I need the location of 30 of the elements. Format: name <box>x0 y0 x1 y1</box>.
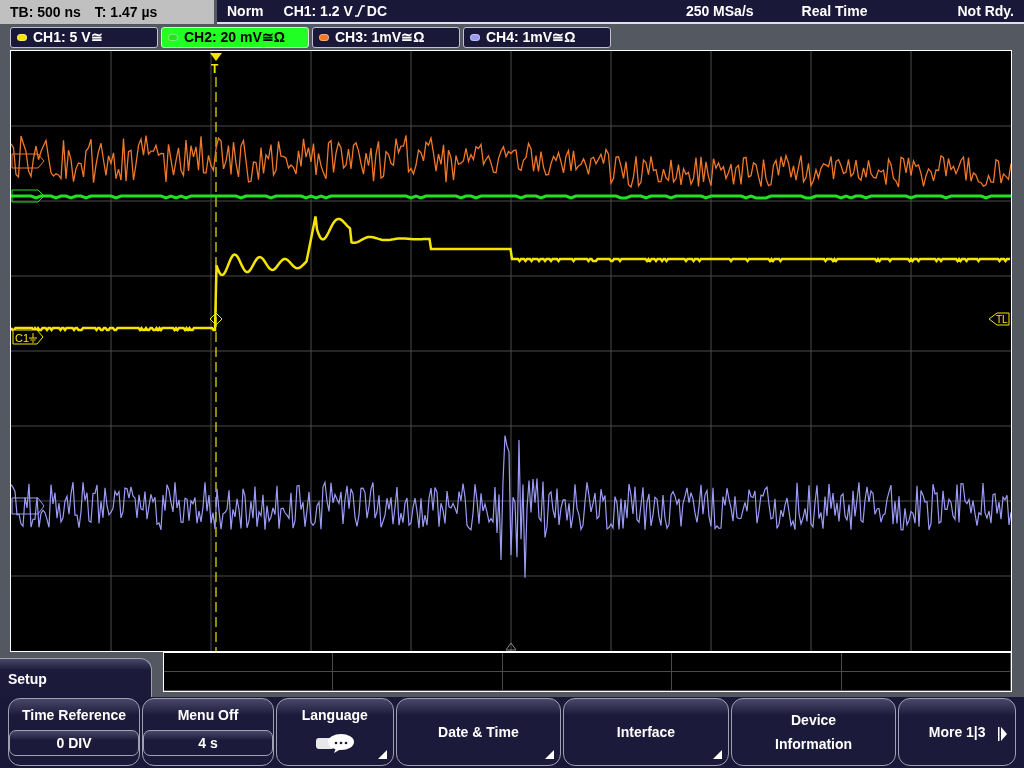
softkey[interactable]: Time Reference 0 DIV <box>8 698 140 766</box>
softkey[interactable]: More 1|3 <box>898 698 1016 766</box>
softkey[interactable]: Device Information <box>730 698 897 766</box>
center-marker-icon <box>505 642 517 651</box>
softkey[interactable]: Language <box>276 698 394 766</box>
trigger-mode-text: Norm <box>227 1 264 21</box>
softkey[interactable]: Menu Off 4 s <box>142 698 274 766</box>
channel-marker-icon <box>11 153 45 169</box>
coupling-text: DC <box>366 1 388 21</box>
softkey[interactable]: Date & Time <box>395 698 562 766</box>
channel-tab[interactable]: CH3: 1mV≅Ω <box>312 27 460 48</box>
speech-bubbles-icon <box>313 732 356 754</box>
timebase-text: TB: 500 ns <box>10 2 81 22</box>
trigger-level-text: CH1: 1.2 V <box>283 1 353 21</box>
trigger-level-marker: TL <box>988 312 1010 326</box>
softkey[interactable]: Interface <box>563 698 729 766</box>
sample-rate-text: 250 MSa/s <box>685 1 754 21</box>
softkey-value: 4 s <box>143 730 273 756</box>
status-text: Not Rdy. <box>957 1 1014 21</box>
channel-tab[interactable]: CH1: 5 V≅ <box>10 27 158 48</box>
ch1-ground-marker: C1 <box>12 329 44 345</box>
channel-marker-icon <box>11 497 45 515</box>
channel-tab[interactable]: CH4: 1mV≅Ω <box>463 27 611 48</box>
next-arrow-icon <box>997 727 1007 741</box>
acquisition-mode-text: Real Time <box>801 1 868 21</box>
channel-marker-icon <box>11 189 45 203</box>
trigger-time-text: T: 1.47 µs <box>94 2 158 22</box>
softkey-value: 0 DIV <box>9 730 139 756</box>
rising-edge-icon <box>354 5 365 17</box>
channel-tab[interactable]: CH2: 20 mV≅Ω <box>161 27 309 48</box>
